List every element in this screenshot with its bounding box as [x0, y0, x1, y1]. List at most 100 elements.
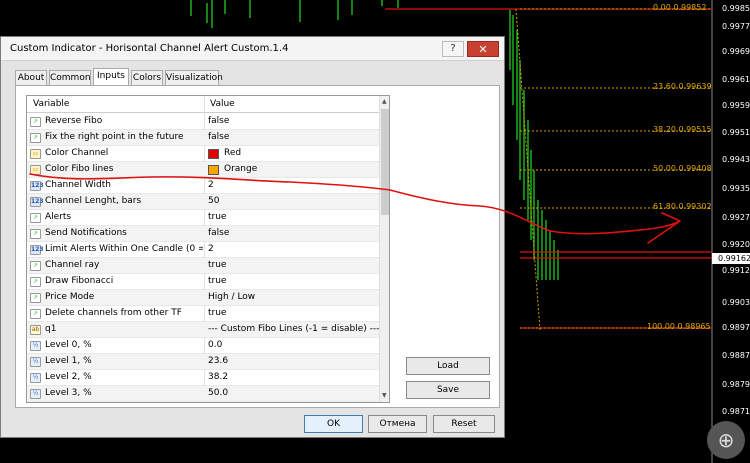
reset-button[interactable]: Reset	[433, 415, 495, 433]
inputs-panel: Variable Value ↗ Reverse Fibo false ↗ Fix th…	[15, 85, 500, 408]
save-button[interactable]: Save	[406, 381, 490, 399]
table-row[interactable]: ↗ Delete channels from other TF true	[27, 306, 379, 322]
zoom-in-icon[interactable]: ⊕	[707, 421, 745, 459]
column-header-value[interactable]: Value	[210, 99, 235, 109]
current-price-label: 0.99162	[712, 253, 750, 264]
scroll-down-icon[interactable]: ▼	[382, 392, 387, 399]
table-row[interactable]: ↗ Fix the right point in the future false	[27, 130, 379, 146]
fibo-price: 0.99639	[678, 82, 712, 91]
cancel-button[interactable]: Отмена	[368, 415, 427, 433]
table-row[interactable]: ½ Level 3, % 50.0	[27, 386, 379, 402]
bool-type-icon: ↗	[30, 117, 41, 127]
table-row[interactable]: ↗ Channel ray true	[27, 258, 379, 274]
table-row[interactable]: 123 Channel Lenght, bars 50	[27, 194, 379, 210]
fibo-level-label: 100.00 0.98965	[647, 322, 711, 331]
grid-scrollbar[interactable]: ▲ ▼	[379, 96, 389, 402]
fibo-percent: 50.00	[653, 164, 676, 173]
row-variable: Level 3, %	[45, 388, 92, 398]
tab-about[interactable]: About	[15, 70, 47, 85]
table-row[interactable]: ▭ Color Channel Red	[27, 146, 379, 162]
price-axis-label: 0.98970	[722, 323, 750, 332]
tab-visualization[interactable]: Visualization	[165, 70, 223, 85]
table-row[interactable]: 123 Channel Width 2	[27, 178, 379, 194]
color-swatch[interactable]	[208, 165, 219, 175]
table-row[interactable]: ½ Level 0, % 0.0	[27, 338, 379, 354]
tab-inputs[interactable]: Inputs	[93, 68, 129, 86]
row-value[interactable]: 38.2	[208, 372, 228, 382]
row-variable: Draw Fibonacci	[45, 276, 114, 286]
row-value[interactable]: true	[208, 276, 226, 286]
fibo-level-label: 38.20 0.99515	[653, 125, 712, 134]
row-variable: Reverse Fibo	[45, 116, 103, 126]
inputs-grid: Variable Value ↗ Reverse Fibo false ↗ Fix th…	[26, 95, 390, 403]
row-value[interactable]: true	[208, 212, 226, 222]
dialog-titlebar[interactable]: Custom Indicator - Horisontal Channel Al…	[1, 37, 504, 61]
bool-type-icon: ↗	[30, 293, 41, 303]
bool-type-icon: ↗	[30, 229, 41, 239]
row-variable: Color Fibo lines	[45, 164, 114, 174]
tab-colors[interactable]: Colors	[131, 70, 163, 85]
fibo-level-label: 50.00 0.99408	[653, 164, 712, 173]
color-swatch[interactable]	[208, 149, 219, 159]
price-axis-label: 0.98715	[722, 407, 750, 416]
row-value[interactable]: false	[208, 228, 229, 238]
table-row[interactable]: ▭ Color Fibo lines Orange	[27, 162, 379, 178]
row-variable: Limit Alerts Within One Candle (0 = No .…	[45, 244, 203, 254]
color-type-icon: ▭	[30, 149, 41, 159]
table-row[interactable]: ab q1 --- Custom Fibo Lines (-1 = disable)…	[27, 322, 379, 338]
row-value[interactable]: High / Low	[208, 292, 255, 302]
load-button[interactable]: Load	[406, 357, 490, 375]
help-button[interactable]: ?	[442, 41, 464, 57]
column-header-variable[interactable]: Variable	[33, 99, 69, 109]
ok-button[interactable]: OK	[304, 415, 363, 433]
row-variable: Level 1, %	[45, 356, 92, 366]
row-value[interactable]: false	[208, 116, 229, 126]
int-type-icon: 123	[30, 181, 44, 191]
double-type-icon: ½	[30, 389, 41, 399]
fibo-price: 0.99302	[678, 202, 712, 211]
int-type-icon: 123	[30, 197, 44, 207]
row-variable: Fix the right point in the future	[45, 132, 184, 142]
row-value[interactable]: false	[208, 132, 229, 142]
color-type-icon: ▭	[30, 165, 41, 175]
dialog-title: Custom Indicator - Horisontal Channel Al…	[10, 43, 289, 54]
row-value[interactable]: Red	[224, 148, 241, 158]
table-row[interactable]: ↗ Alerts true	[27, 210, 379, 226]
fibo-price: 0.99515	[678, 125, 712, 134]
double-type-icon: ½	[30, 357, 41, 367]
table-row[interactable]: ↗ Price Mode High / Low	[27, 290, 379, 306]
price-axis-label: 0.99200	[722, 240, 750, 249]
scrollbar-thumb[interactable]	[381, 109, 389, 215]
table-row[interactable]: ½ Level 2, % 38.2	[27, 370, 379, 386]
row-value[interactable]: 2	[208, 244, 214, 254]
price-axis-label: 0.99515	[722, 128, 750, 137]
table-row[interactable]: 123Limit Alerts Within One Candle (0 = N…	[27, 242, 379, 258]
row-value[interactable]: true	[208, 308, 226, 318]
scroll-up-icon[interactable]: ▲	[382, 98, 387, 105]
row-variable: Delete channels from other TF	[45, 308, 182, 318]
row-value[interactable]: 23.6	[208, 356, 228, 366]
row-variable: Level 0, %	[45, 340, 92, 350]
row-value[interactable]: 50	[208, 196, 219, 206]
close-button[interactable]: ✕	[467, 41, 499, 57]
bool-type-icon: ↗	[30, 309, 41, 319]
tab-common[interactable]: Common	[49, 70, 91, 85]
row-variable: Channel Lenght, bars	[45, 196, 142, 206]
row-value[interactable]: Orange	[224, 164, 257, 174]
row-value[interactable]: true	[208, 260, 226, 270]
table-row[interactable]: ↗ Reverse Fibo false	[27, 114, 379, 130]
price-axis-label: 0.99770	[722, 22, 750, 31]
row-value[interactable]: --- Custom Fibo Lines (-1 = disable) ---	[208, 324, 379, 334]
bool-type-icon: ↗	[30, 277, 41, 287]
price-axis-label: 0.98870	[722, 351, 750, 360]
row-variable: Color Channel	[45, 148, 109, 158]
fibo-price: 0.99852	[673, 3, 707, 12]
table-row[interactable]: ↗ Draw Fibonacci true	[27, 274, 379, 290]
row-value[interactable]: 2	[208, 180, 214, 190]
table-row[interactable]: ↗ Send Notifications false	[27, 226, 379, 242]
price-axis-label: 0.99270	[722, 213, 750, 222]
table-row[interactable]: ½ Level 1, % 23.6	[27, 354, 379, 370]
row-value[interactable]: 50.0	[208, 388, 228, 398]
fibo-percent: 0.00	[653, 3, 671, 12]
row-value[interactable]: 0.0	[208, 340, 222, 350]
